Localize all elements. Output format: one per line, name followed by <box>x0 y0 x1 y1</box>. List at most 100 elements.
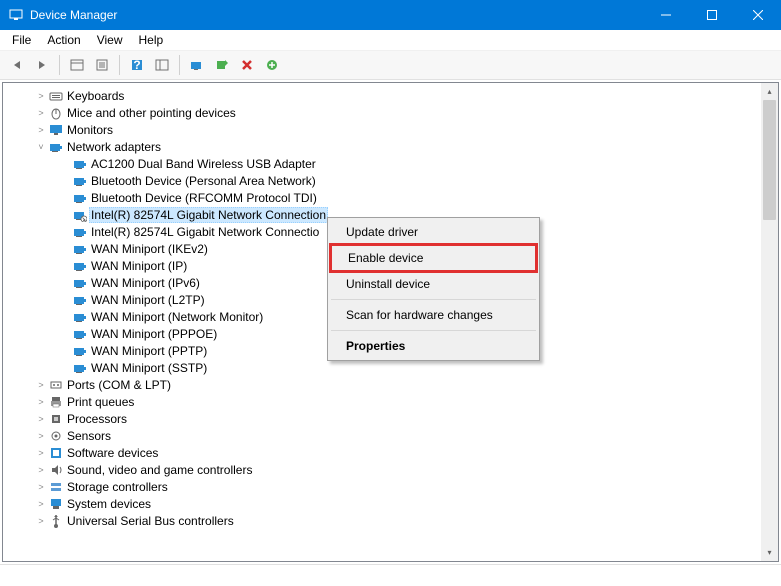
forward-button[interactable] <box>31 54 53 76</box>
device-label: WAN Miniport (IPv6) <box>89 276 202 290</box>
category-label: Print queues <box>65 395 136 409</box>
update-driver-button[interactable] <box>186 54 208 76</box>
menu-action[interactable]: Action <box>39 31 88 49</box>
expand-icon[interactable]: > <box>35 448 47 458</box>
uninstall-device-button[interactable] <box>236 54 258 76</box>
tree-category[interactable]: > Universal Serial Bus controllers <box>3 512 778 529</box>
toolbar: ? <box>0 51 781 80</box>
tree-category[interactable]: >Ports (COM & LPT) <box>3 376 778 393</box>
system-icon <box>47 497 65 511</box>
enable-device-button[interactable] <box>211 54 233 76</box>
tree-category[interactable]: > Keyboards <box>3 87 778 104</box>
network-icon <box>71 310 89 324</box>
network-icon <box>71 191 89 205</box>
tree-category[interactable]: > Sound, video and game controllers <box>3 461 778 478</box>
maximize-button[interactable] <box>689 0 735 30</box>
device-label: Bluetooth Device (Personal Area Network) <box>89 174 318 188</box>
tree-category[interactable]: > Processors <box>3 410 778 427</box>
back-button[interactable] <box>6 54 28 76</box>
ctx-properties[interactable]: Properties <box>330 334 537 358</box>
usb-icon <box>47 514 65 528</box>
processor-icon <box>47 412 65 426</box>
device-label: WAN Miniport (PPPOE) <box>89 327 219 341</box>
properties-button[interactable] <box>91 54 113 76</box>
tree-category[interactable]: >System devices <box>3 495 778 512</box>
expand-icon[interactable]: ˅ <box>35 142 47 152</box>
tree-category[interactable]: > Mice and other pointing devices <box>3 104 778 121</box>
expand-icon[interactable]: > <box>35 516 47 526</box>
tree-category[interactable]: > Sensors <box>3 427 778 444</box>
tree-device[interactable]: Bluetooth Device (RFCOMM Protocol TDI) <box>3 189 778 206</box>
device-label: Bluetooth Device (RFCOMM Protocol TDI) <box>89 191 319 205</box>
window-titlebar: Device Manager <box>0 0 781 30</box>
scroll-up-arrow[interactable]: ▴ <box>761 83 778 100</box>
context-menu: Update driver Enable device Uninstall de… <box>327 217 540 361</box>
category-label: Sensors <box>65 429 113 443</box>
network-icon <box>71 276 89 290</box>
network-icon <box>71 157 89 171</box>
scroll-thumb[interactable] <box>763 100 776 220</box>
category-label: Keyboards <box>65 89 126 103</box>
sound-icon <box>47 463 65 477</box>
expand-icon[interactable]: > <box>35 465 47 475</box>
network-icon <box>47 140 65 154</box>
expand-icon[interactable]: > <box>35 125 47 135</box>
ctx-separator <box>331 330 536 331</box>
printer-icon <box>47 395 65 409</box>
window-title: Device Manager <box>30 8 643 22</box>
device-label: WAN Miniport (IP) <box>89 259 189 273</box>
expand-icon[interactable]: > <box>35 414 47 424</box>
network-icon <box>71 327 89 341</box>
network-icon <box>71 361 89 375</box>
tree-category[interactable]: ˅ Network adapters <box>3 138 778 155</box>
expand-icon[interactable]: > <box>35 431 47 441</box>
device-tree-panel: > Keyboards > Mice and other pointing devic… <box>2 82 779 562</box>
minimize-button[interactable] <box>643 0 689 30</box>
ctx-scan-hardware[interactable]: Scan for hardware changes <box>330 303 537 327</box>
expand-icon[interactable]: > <box>35 397 47 407</box>
ctx-update-driver[interactable]: Update driver <box>330 220 537 244</box>
expand-icon[interactable]: > <box>35 108 47 118</box>
tree-category[interactable]: > Storage controllers <box>3 478 778 495</box>
category-label: Processors <box>65 412 129 426</box>
network-icon <box>71 225 89 239</box>
expand-icon[interactable]: > <box>35 482 47 492</box>
expand-icon[interactable]: > <box>35 380 47 390</box>
tree-device[interactable]: WAN Miniport (SSTP) <box>3 359 778 376</box>
category-label: Sound, video and game controllers <box>65 463 254 477</box>
mouse-icon <box>47 106 65 120</box>
show-hide-tree-button[interactable] <box>66 54 88 76</box>
tree-device[interactable]: AC1200 Dual Band Wireless USB Adapter <box>3 155 778 172</box>
network-icon <box>71 259 89 273</box>
tree-category[interactable]: > Print queues <box>3 393 778 410</box>
category-label: Network adapters <box>65 140 163 154</box>
menu-help[interactable]: Help <box>131 31 172 49</box>
scroll-down-arrow[interactable]: ▾ <box>761 544 778 561</box>
scan-hardware-button[interactable] <box>261 54 283 76</box>
category-label: Software devices <box>65 446 160 460</box>
tree-category[interactable]: > Monitors <box>3 121 778 138</box>
device-label: AC1200 Dual Band Wireless USB Adapter <box>89 157 318 171</box>
tree-category[interactable]: > Software devices <box>3 444 778 461</box>
menu-file[interactable]: File <box>4 31 39 49</box>
network-icon <box>71 344 89 358</box>
category-label: Monitors <box>65 123 115 137</box>
expand-icon[interactable]: > <box>35 91 47 101</box>
monitor-icon <box>47 123 65 137</box>
storage-icon <box>47 480 65 494</box>
ctx-uninstall-device[interactable]: Uninstall device <box>330 272 537 296</box>
network-icon <box>71 242 89 256</box>
action-properties-button[interactable] <box>151 54 173 76</box>
ctx-enable-device[interactable]: Enable device <box>332 246 535 270</box>
vertical-scrollbar[interactable]: ▴ ▾ <box>761 83 778 561</box>
tree-device[interactable]: Bluetooth Device (Personal Area Network) <box>3 172 778 189</box>
category-label: Universal Serial Bus controllers <box>65 514 236 528</box>
category-label: Mice and other pointing devices <box>65 106 238 120</box>
ports-icon <box>47 378 65 392</box>
expand-icon[interactable]: > <box>35 499 47 509</box>
menu-view[interactable]: View <box>89 31 131 49</box>
close-button[interactable] <box>735 0 781 30</box>
category-label: Storage controllers <box>65 480 170 494</box>
help-button[interactable]: ? <box>126 54 148 76</box>
device-label: WAN Miniport (IKEv2) <box>89 242 210 256</box>
